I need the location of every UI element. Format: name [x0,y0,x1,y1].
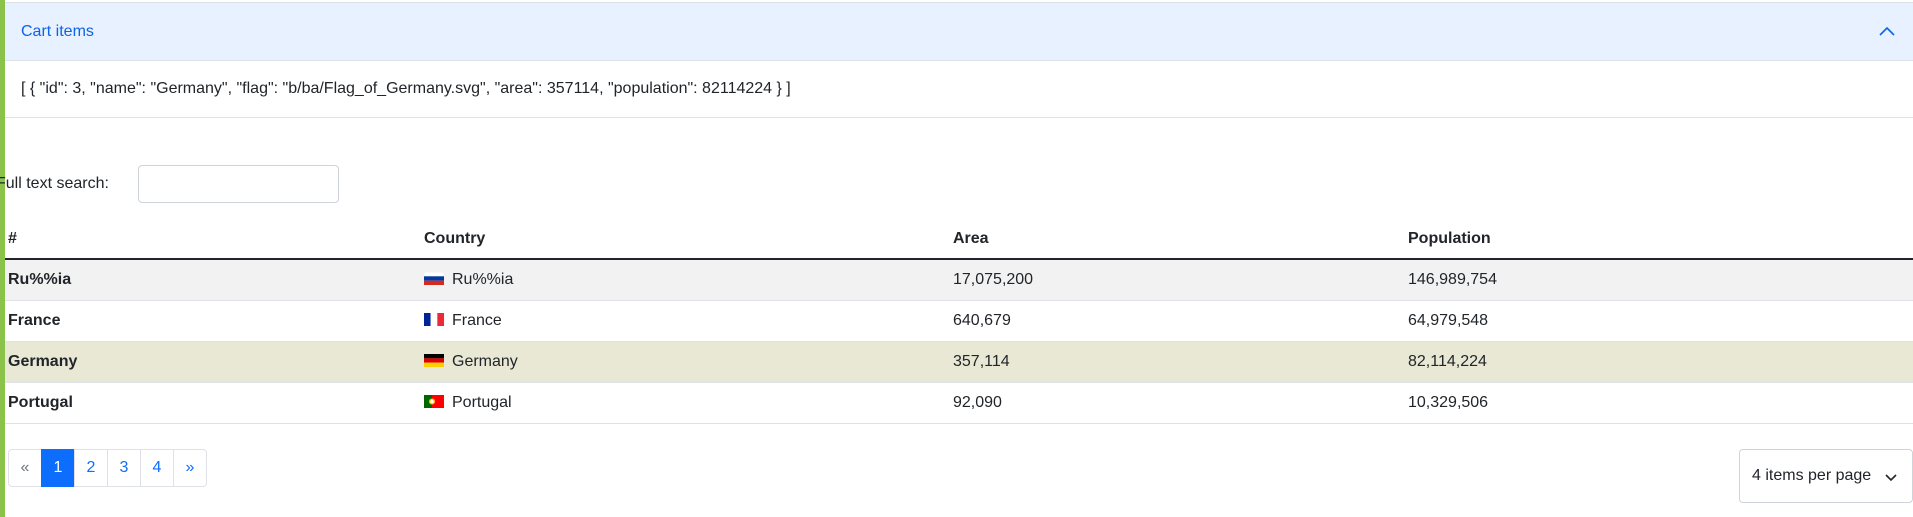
search-row: Full text search: [0,165,339,203]
table-row[interactable]: Ru%%ia Ru%%ia 17,075,200 146,989,754 [5,259,1913,301]
table-row[interactable]: Portugal Portugal 92,090 10,329,506 [5,382,1913,424]
area-cell: 640,679 [950,300,1405,342]
population-cell: 146,989,754 [1405,259,1913,301]
portugal-flag-icon [424,394,444,408]
cart-json-text: [ { "id": 3, "name": "Germany", "flag": … [21,80,791,97]
area-cell: 357,114 [950,341,1405,383]
page-4-button[interactable]: 4 [140,449,174,487]
next-page-button[interactable]: » [173,449,207,487]
page-3-button[interactable]: 3 [107,449,141,487]
germany-flag-icon [424,353,444,367]
countries-table: # Country Area Population Ru%%ia Ru%%ia … [5,219,1913,424]
table-row-selected[interactable]: Germany Germany 357,114 82,114,224 [5,341,1913,383]
population-cell: 82,114,224 [1405,341,1913,383]
search-label: Full text search: [0,175,109,192]
row-id-cell: France [5,300,421,342]
row-id-cell: Portugal [5,382,421,424]
column-header-population[interactable]: Population [1405,219,1913,260]
page-2-button[interactable]: 2 [74,449,108,487]
table-header-row: # Country Area Population [5,219,1913,260]
chevron-up-icon[interactable] [1877,22,1897,42]
cart-accordion-body: [ { "id": 3, "name": "Germany", "flag": … [5,61,1913,118]
country-cell: Germany [421,341,950,383]
cart-accordion-title: Cart items [21,22,94,40]
page-1-button[interactable]: 1 [41,449,75,487]
search-input[interactable] [138,165,339,203]
row-id-cell: Germany [5,341,421,383]
population-cell: 64,979,548 [1405,300,1913,342]
pagination: « 1 2 3 4 » [8,449,207,487]
items-per-page-select[interactable]: 4 items per page [1739,449,1913,503]
table-row[interactable]: France France 640,679 64,979,548 [5,300,1913,342]
country-cell: Portugal [421,382,950,424]
cart-accordion: Cart items [ { "id": 3, "name": "Germany… [5,2,1913,118]
country-name: Germany [452,352,518,370]
area-cell: 92,090 [950,382,1405,424]
country-name: France [452,311,502,329]
russia-flag-icon [424,271,444,285]
population-cell: 10,329,506 [1405,382,1913,424]
items-per-page-value: 4 items per page [1752,467,1872,484]
chevron-down-icon [1885,474,1897,482]
country-name: Portugal [452,393,512,411]
country-cell: France [421,300,950,342]
row-id-cell: Ru%%ia [5,259,421,301]
column-header-area[interactable]: Area [950,219,1405,260]
column-header-country[interactable]: Country [421,219,950,260]
country-name: Ru%%ia [452,270,514,288]
column-header-id[interactable]: # [5,219,421,260]
country-cell: Ru%%ia [421,259,950,301]
france-flag-icon [424,312,444,326]
cart-accordion-header[interactable]: Cart items [5,3,1913,61]
area-cell: 17,075,200 [950,259,1405,301]
previous-page-button[interactable]: « [8,449,42,487]
